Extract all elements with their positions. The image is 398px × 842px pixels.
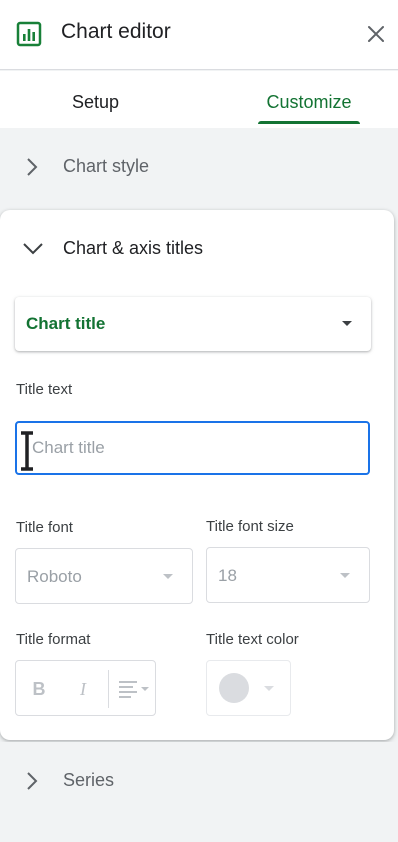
tab-setup[interactable]: Setup <box>72 71 119 128</box>
title-text-label: Title text <box>16 381 73 398</box>
section-chart-axis-titles-label: Chart & axis titles <box>63 238 204 258</box>
chart-icon <box>16 21 42 47</box>
bold-button[interactable]: B <box>24 675 54 703</box>
editor-header: Chart editor <box>0 0 398 70</box>
tab-customize-label: Customize <box>266 92 352 112</box>
panel-title: Chart editor <box>61 20 171 43</box>
align-icon[interactable] <box>117 678 151 700</box>
dropdown-arrow-icon <box>340 573 350 578</box>
title-font-select[interactable]: Roboto <box>15 548 193 604</box>
chevron-down-icon <box>23 243 43 255</box>
section-chart-style[interactable]: Chart style <box>0 128 398 208</box>
section-series[interactable]: Series <box>0 742 398 822</box>
chevron-right-icon <box>27 158 38 176</box>
section-chart-style-label: Chart style <box>63 156 150 176</box>
editor-tabs: Setup Customize <box>0 71 398 128</box>
toolbar-divider <box>108 670 109 708</box>
section-chart-axis-titles: Chart & axis titles Chart title Title te… <box>0 210 394 740</box>
dropdown-arrow-icon <box>264 686 274 691</box>
title-format-toolbar: B I <box>15 660 156 716</box>
close-icon[interactable] <box>366 24 386 44</box>
color-swatch <box>219 673 249 703</box>
chevron-right-icon <box>27 772 38 790</box>
section-chart-axis-titles-header[interactable]: Chart & axis titles <box>0 210 394 290</box>
section-series-label: Series <box>63 770 115 790</box>
dropdown-arrow-icon <box>342 321 352 326</box>
title-font-label: Title font <box>16 519 73 536</box>
italic-button[interactable]: I <box>68 675 98 703</box>
title-text-color-label: Title text color <box>206 631 299 648</box>
title-font-size-value: 18 <box>218 566 237 585</box>
title-font-size-select[interactable]: 18 <box>206 547 370 603</box>
title-format-label: Title format <box>16 631 91 648</box>
title-font-size-label: Title font size <box>206 518 294 535</box>
tab-customize[interactable]: Customize <box>258 71 360 128</box>
active-tab-indicator <box>258 121 360 124</box>
title-font-value: Roboto <box>27 567 82 586</box>
title-target-dropdown[interactable]: Chart title <box>15 297 371 351</box>
title-target-value: Chart title <box>26 314 106 333</box>
title-text-input[interactable] <box>15 421 370 475</box>
dropdown-arrow-icon <box>163 574 173 579</box>
title-text-color-picker[interactable] <box>206 660 291 716</box>
